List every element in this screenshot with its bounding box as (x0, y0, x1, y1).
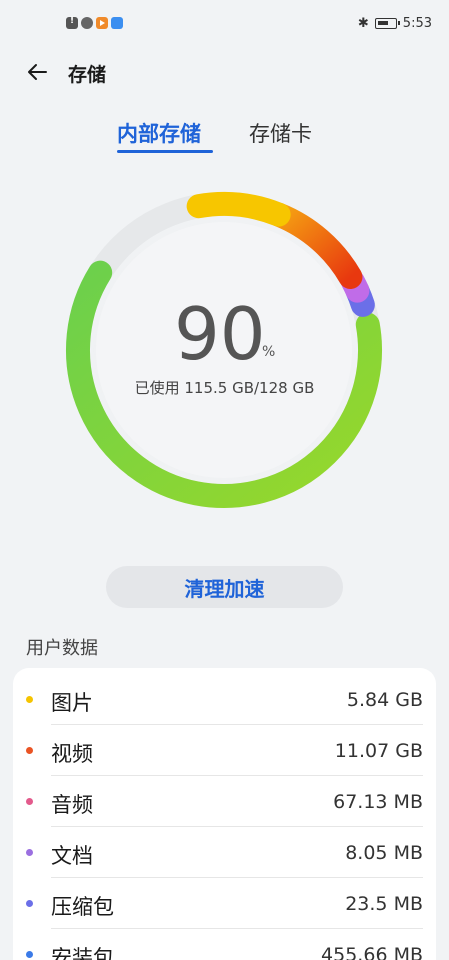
clean-accelerate-button[interactable]: 清理加速 (106, 566, 343, 608)
list-item-archives[interactable]: 压缩包 23.5 MB (13, 878, 436, 929)
list-item-audio[interactable]: 音频 67.13 MB (13, 776, 436, 827)
usage-percent: 90 (174, 292, 266, 376)
back-arrow-icon[interactable] (26, 60, 50, 84)
item-name: 文档 (51, 844, 93, 868)
user-data-list: 图片 5.84 GB 视频 11.07 GB 音频 67.13 MB 文档 8.… (13, 668, 436, 960)
item-name: 音频 (51, 793, 93, 817)
documents-dot-icon (26, 849, 33, 856)
list-item-pictures[interactable]: 图片 5.84 GB (13, 674, 436, 725)
pictures-dot-icon (26, 696, 33, 703)
video-icon (96, 17, 108, 29)
list-item-documents[interactable]: 文档 8.05 MB (13, 827, 436, 878)
installers-dot-icon (26, 951, 33, 958)
item-size: 23.5 MB (345, 893, 423, 915)
ring-segment-pictures (186, 192, 291, 227)
item-name: 视频 (51, 742, 93, 766)
usage-percent-sign: % (262, 344, 276, 360)
item-size: 67.13 MB (333, 791, 423, 813)
item-size: 11.07 GB (334, 740, 423, 762)
user-data-heading: 用户数据 (26, 638, 98, 659)
item-size: 8.05 MB (345, 842, 423, 864)
tab-storage-card[interactable]: 存储卡 (249, 118, 312, 148)
message-icon (81, 17, 93, 29)
usage-text: 已使用 115.5 GB/128 GB (134, 379, 315, 397)
video-dot-icon (26, 747, 33, 754)
alert-icon (66, 16, 78, 29)
status-right: ✱ 5:53 (358, 16, 432, 31)
battery-icon (374, 18, 400, 29)
status-time: 5:53 (402, 16, 432, 31)
item-name: 安装包 (51, 946, 114, 960)
page-title: 存储 (68, 64, 107, 86)
audio-dot-icon (26, 798, 33, 805)
item-name: 图片 (51, 691, 93, 715)
tab-internal-storage[interactable]: 内部存储 (117, 118, 201, 148)
storage-page: ✱ 5:53 存储 内部存储 存储卡 (0, 0, 449, 960)
item-name: 压缩包 (51, 895, 114, 919)
tab-active-indicator (117, 150, 213, 153)
item-size: 455.66 MB (321, 944, 423, 960)
list-item-installers[interactable]: 安装包 455.66 MB (13, 929, 436, 960)
status-bar: ✱ 5:53 (0, 0, 449, 50)
list-item-video[interactable]: 视频 11.07 GB (13, 725, 436, 776)
archives-dot-icon (26, 900, 33, 907)
cloud-icon (111, 17, 123, 29)
item-size: 5.84 GB (346, 689, 423, 711)
bluetooth-icon: ✱ (357, 16, 369, 31)
notification-icons (66, 16, 123, 29)
